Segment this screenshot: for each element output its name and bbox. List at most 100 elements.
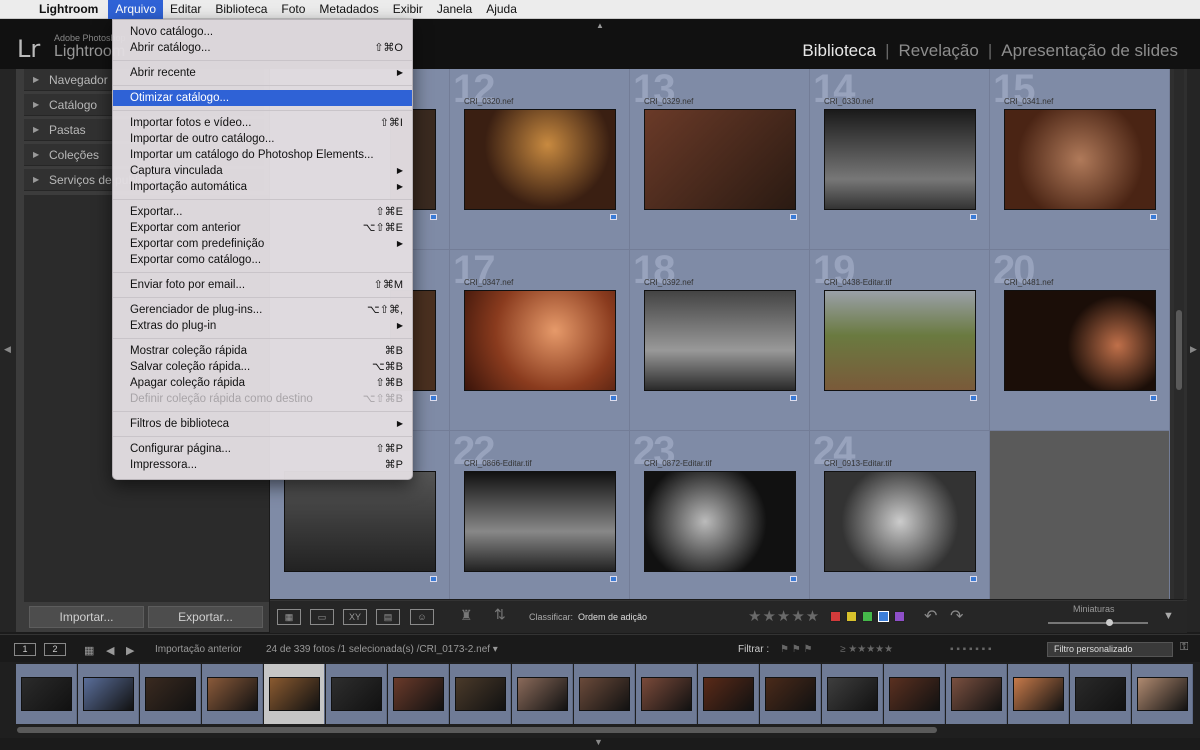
menu-item[interactable]: Importar um catálogo do Photoshop Elemen… [113, 147, 412, 163]
toolbar-menu-chevron-icon[interactable]: ▼ [1163, 610, 1174, 622]
photo-thumbnail[interactable] [1004, 109, 1156, 210]
filmstrip-thumbnail[interactable] [21, 677, 72, 711]
grid-cell[interactable]: 12 CRI_0320.nef [450, 69, 630, 250]
filmstrip-thumbnail[interactable] [331, 677, 382, 711]
filmstrip-frame[interactable] [16, 664, 77, 724]
filmstrip-thumbnail[interactable] [83, 677, 134, 711]
filmstrip-thumbnail[interactable] [765, 677, 816, 711]
color-label-purple[interactable] [894, 611, 905, 622]
rating-stars[interactable]: ★★★★★ [748, 607, 820, 625]
import-button[interactable]: Importar... [29, 606, 144, 628]
grid-cell[interactable]: 23 CRI_0872-Editar.tif [630, 431, 810, 599]
rotate-left-icon[interactable]: ↶ [924, 606, 937, 626]
filmstrip-frame[interactable] [140, 664, 201, 724]
photo-thumbnail[interactable] [824, 471, 976, 572]
module-biblioteca[interactable]: Biblioteca [802, 41, 876, 61]
color-label-green[interactable] [862, 611, 873, 622]
menubar-item-exibir[interactable]: Exibir [386, 0, 430, 19]
flag-filter-icons[interactable]: ⚑ ⚑ ⚑ [780, 644, 812, 655]
filmstrip-thumbnail[interactable] [145, 677, 196, 711]
menu-item[interactable]: Filtros de biblioteca ▶ [113, 416, 412, 432]
loupe-view-icon[interactable]: ▭ [310, 609, 334, 625]
menubar-item-arquivo[interactable]: Arquivo [108, 0, 164, 19]
filmstrip-source[interactable]: Importação anterior [155, 644, 242, 655]
menu-item[interactable]: Abrir catálogo... ⇧⌘O [113, 40, 412, 56]
photo-thumbnail[interactable] [1004, 290, 1156, 391]
screen-2-button[interactable]: 2 [44, 643, 66, 656]
filmstrip-frame[interactable] [78, 664, 139, 724]
spray-can-icon[interactable]: ♜ [460, 607, 473, 624]
filmstrip-thumbnail[interactable] [1137, 677, 1188, 711]
filmstrip-thumbnail[interactable] [207, 677, 258, 711]
grid-cell[interactable]: 18 CRI_0392.nef [630, 250, 810, 431]
screen-1-button[interactable]: 1 [14, 643, 36, 656]
filmstrip-count[interactable]: 24 de 339 fotos /1 selecionada(s) /CRI_0… [266, 644, 498, 655]
filmstrip-thumbnail[interactable] [579, 677, 630, 711]
filmstrip-frame[interactable] [264, 664, 325, 724]
filmstrip-frame[interactable] [512, 664, 573, 724]
filmstrip-thumbnail[interactable] [1013, 677, 1064, 711]
menu-item[interactable]: Otimizar catálogo... [113, 90, 412, 106]
filmstrip-frame[interactable] [946, 664, 1007, 724]
top-panel-toggle-icon[interactable]: ▲ [596, 21, 604, 30]
filmstrip-frame[interactable] [574, 664, 635, 724]
menu-item[interactable]: Exportar como catálogo... [113, 252, 412, 268]
grid-view-icon[interactable]: ▦ [277, 609, 301, 625]
filmstrip-thumbnail[interactable] [951, 677, 1002, 711]
menu-item[interactable]: Mostrar coleção rápida ⌘B [113, 343, 412, 359]
back-arrow-icon[interactable]: ◀ [106, 644, 114, 657]
grid-cell[interactable]: 24 CRI_0913-Editar.tif [810, 431, 990, 599]
filmstrip-frame[interactable] [698, 664, 759, 724]
filmstrip-frame[interactable] [822, 664, 883, 724]
photo-thumbnail[interactable] [464, 109, 616, 210]
photo-thumbnail[interactable] [644, 290, 796, 391]
menu-item[interactable]: Impressora... ⌘P [113, 457, 412, 473]
menubar-item-janela[interactable]: Janela [430, 0, 479, 19]
filmstrip-thumbnail[interactable] [517, 677, 568, 711]
grid-cell[interactable]: 19 CRI_0438-Editar.tif [810, 250, 990, 431]
color-label-blue[interactable] [878, 611, 889, 622]
module-apresentacao[interactable]: Apresentação de slides [1001, 41, 1178, 61]
menubar-item-ajuda[interactable]: Ajuda [479, 0, 524, 19]
compare-view-icon[interactable]: XY [343, 609, 367, 625]
menu-item[interactable]: Configurar página... ⇧⌘P [113, 441, 412, 457]
filmstrip-thumbnail[interactable] [889, 677, 940, 711]
filmstrip-thumbnail[interactable] [455, 677, 506, 711]
menu-item[interactable]: Importar fotos e vídeo... ⇧⌘I [113, 115, 412, 131]
export-button[interactable]: Exportar... [148, 606, 263, 628]
star-filter-icons[interactable]: ≥ ★★★★★ [840, 644, 893, 655]
grid-scroll-thumb[interactable] [1176, 310, 1182, 390]
thumbnail-size-knob[interactable] [1106, 619, 1113, 626]
color-label-yellow[interactable] [846, 611, 857, 622]
filter-preset-select[interactable]: Filtro personalizado [1047, 642, 1173, 657]
menu-item[interactable]: Apagar coleção rápida ⇧⌘B [113, 375, 412, 391]
filmstrip-frame[interactable] [760, 664, 821, 724]
photo-thumbnail[interactable] [824, 290, 976, 391]
filter-lock-icon[interactable]: ⚿ [1180, 641, 1188, 654]
right-panel-toggle-icon[interactable]: ▶ [1190, 344, 1197, 355]
menu-item[interactable]: Exportar... ⇧⌘E [113, 204, 412, 220]
left-panel-toggle-icon[interactable]: ◀ [4, 344, 11, 355]
filmstrip-frame[interactable] [884, 664, 945, 724]
menu-item[interactable]: Importar de outro catálogo... [113, 131, 412, 147]
filmstrip-frame[interactable] [1070, 664, 1131, 724]
grid-cell[interactable]: 14 CRI_0330.nef [810, 69, 990, 250]
bottom-panel-toggle-icon[interactable]: ▼ [594, 737, 603, 747]
grid-cell[interactable]: 20 CRI_0481.nef [990, 250, 1170, 431]
grid-cell[interactable]: 13 CRI_0329.nef [630, 69, 810, 250]
menu-item[interactable]: Enviar foto por email... ⇧⌘M [113, 277, 412, 293]
photo-thumbnail[interactable] [464, 471, 616, 572]
grid-cell[interactable]: 17 CRI_0347.nef [450, 250, 630, 431]
menu-item[interactable]: Exportar com predefinição ▶ [113, 236, 412, 252]
photo-thumbnail[interactable] [824, 109, 976, 210]
filmstrip-frame[interactable] [450, 664, 511, 724]
menu-item[interactable]: Extras do plug-in ▶ [113, 318, 412, 334]
sort-select[interactable]: Ordem de adição [578, 612, 647, 622]
menu-item[interactable]: Importação automática ▶ [113, 179, 412, 195]
menu-item[interactable]: Novo catálogo... [113, 24, 412, 40]
forward-arrow-icon[interactable]: ▶ [126, 644, 134, 657]
color-filter-icons[interactable]: ▪ ▪ ▪ ▪ ▪ ▪ ▪ [950, 644, 991, 655]
grid-cell[interactable]: 15 CRI_0341.nef [990, 69, 1170, 250]
menu-item[interactable]: Salvar coleção rápida... ⌥⌘B [113, 359, 412, 375]
menu-item[interactable]: Abrir recente ▶ [113, 65, 412, 81]
